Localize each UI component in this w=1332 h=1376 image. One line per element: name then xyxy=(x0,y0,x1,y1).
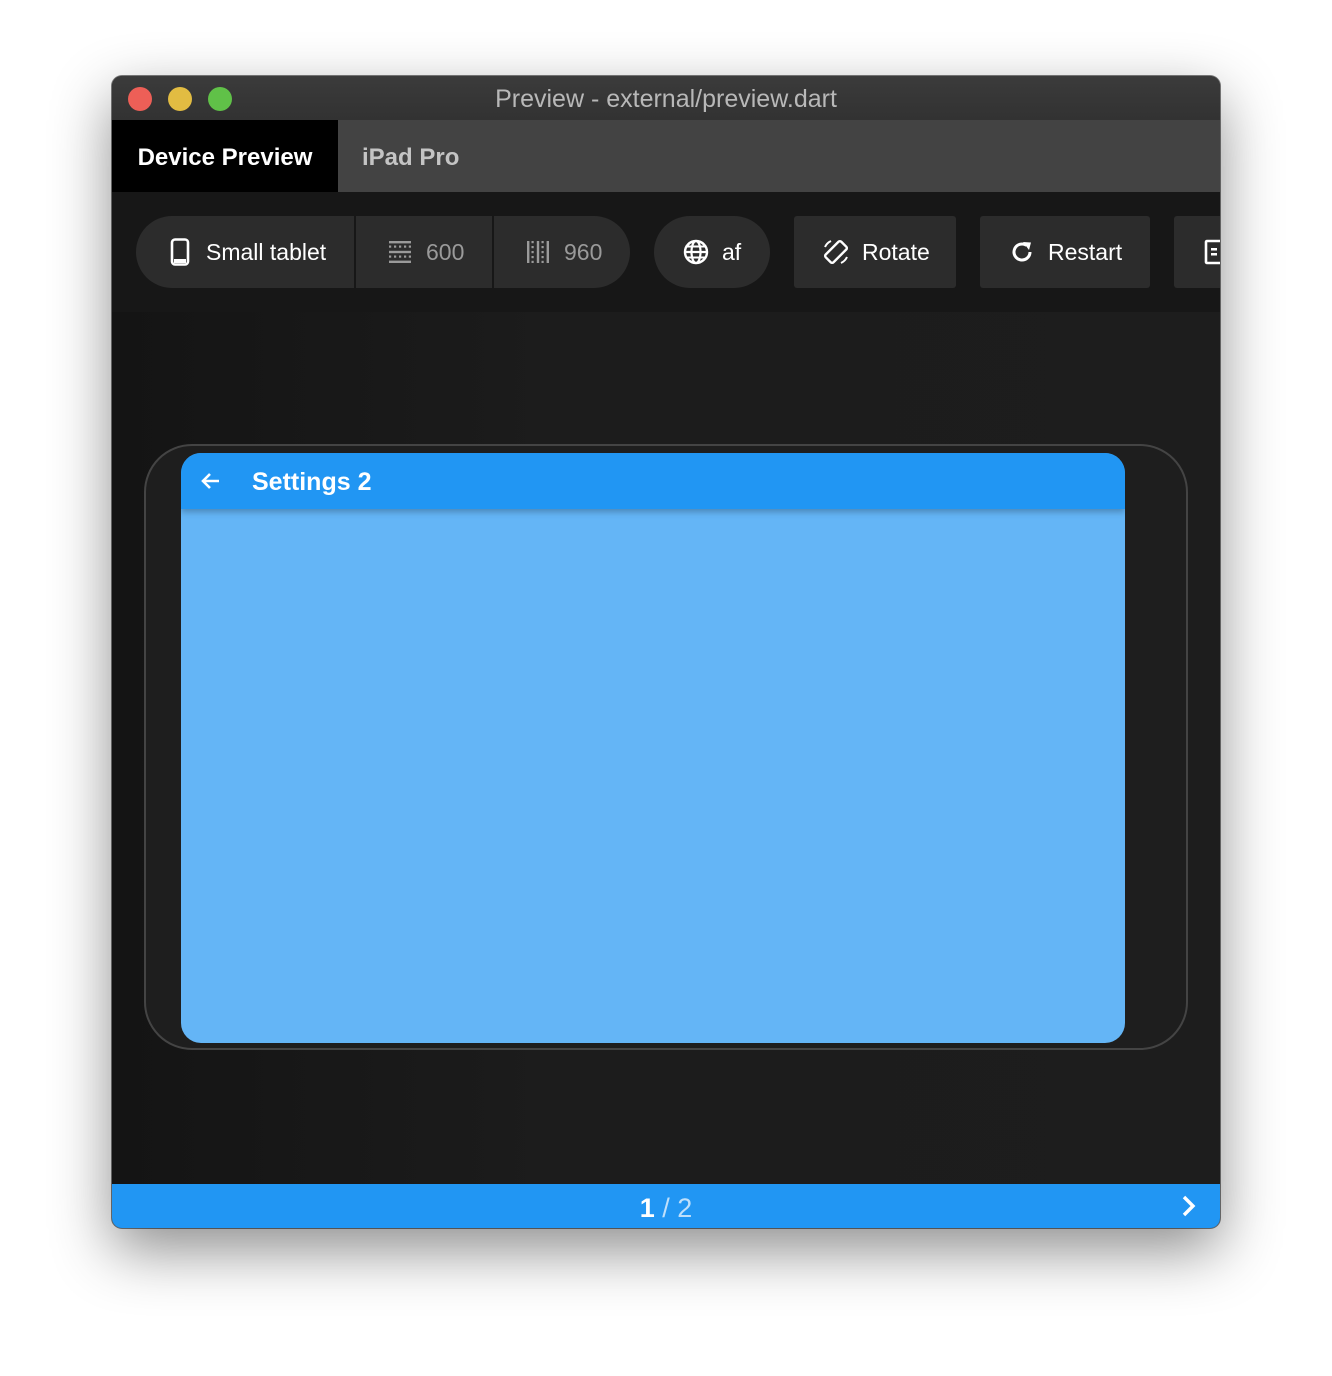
chevron-right-icon[interactable] xyxy=(1174,1192,1202,1220)
app-bar: Settings 2 xyxy=(181,453,1125,509)
device-select-button[interactable]: Small tablet xyxy=(136,216,354,288)
rotate-icon xyxy=(822,238,850,266)
page-separator: / xyxy=(654,1193,678,1223)
preview-window: Preview - external/preview.dart Device P… xyxy=(112,76,1220,1228)
app-bar-title: Settings 2 xyxy=(252,468,372,496)
total-pages: 2 xyxy=(677,1193,693,1223)
locale-button[interactable]: af xyxy=(654,216,770,288)
screenshot-icon xyxy=(1202,238,1220,266)
tab-device-preview[interactable]: Device Preview xyxy=(112,120,338,192)
locale-label: af xyxy=(722,238,742,265)
restart-button[interactable]: Restart xyxy=(980,216,1150,288)
device-select-label: Small tablet xyxy=(206,238,327,265)
phone-icon xyxy=(166,238,194,266)
pager-bar: 1 / 2 xyxy=(112,1184,1220,1228)
device-screen: Settings 2 xyxy=(181,453,1125,1043)
width-value: 600 xyxy=(426,238,465,265)
rotate-label: Rotate xyxy=(862,238,930,265)
current-page: 1 xyxy=(639,1193,655,1223)
arrow-back-icon[interactable] xyxy=(197,467,225,495)
title-bar: Preview - external/preview.dart xyxy=(112,76,1220,121)
rotate-button[interactable]: Rotate xyxy=(794,216,956,288)
restart-label: Restart xyxy=(1048,238,1123,265)
height-button[interactable]: 960 xyxy=(494,216,630,288)
width-grid-icon xyxy=(386,238,414,266)
preview-toolbar: Small tablet 600 960 af Rotate Restart xyxy=(112,192,1220,312)
preview-stage: Settings 2 xyxy=(112,312,1220,1184)
height-value: 960 xyxy=(564,238,603,265)
tab-bar: Device Preview iPad Pro xyxy=(112,120,1220,192)
globe-icon xyxy=(682,238,710,266)
tab-ipad-pro[interactable]: iPad Pro xyxy=(362,120,459,192)
page-indicator: 1 / 2 xyxy=(112,1184,1220,1228)
window-title: Preview - external/preview.dart xyxy=(495,85,837,113)
height-grid-icon xyxy=(524,238,552,266)
width-button[interactable]: 600 xyxy=(356,216,492,288)
refresh-icon xyxy=(1008,238,1036,266)
screenshot-button[interactable] xyxy=(1174,216,1220,288)
